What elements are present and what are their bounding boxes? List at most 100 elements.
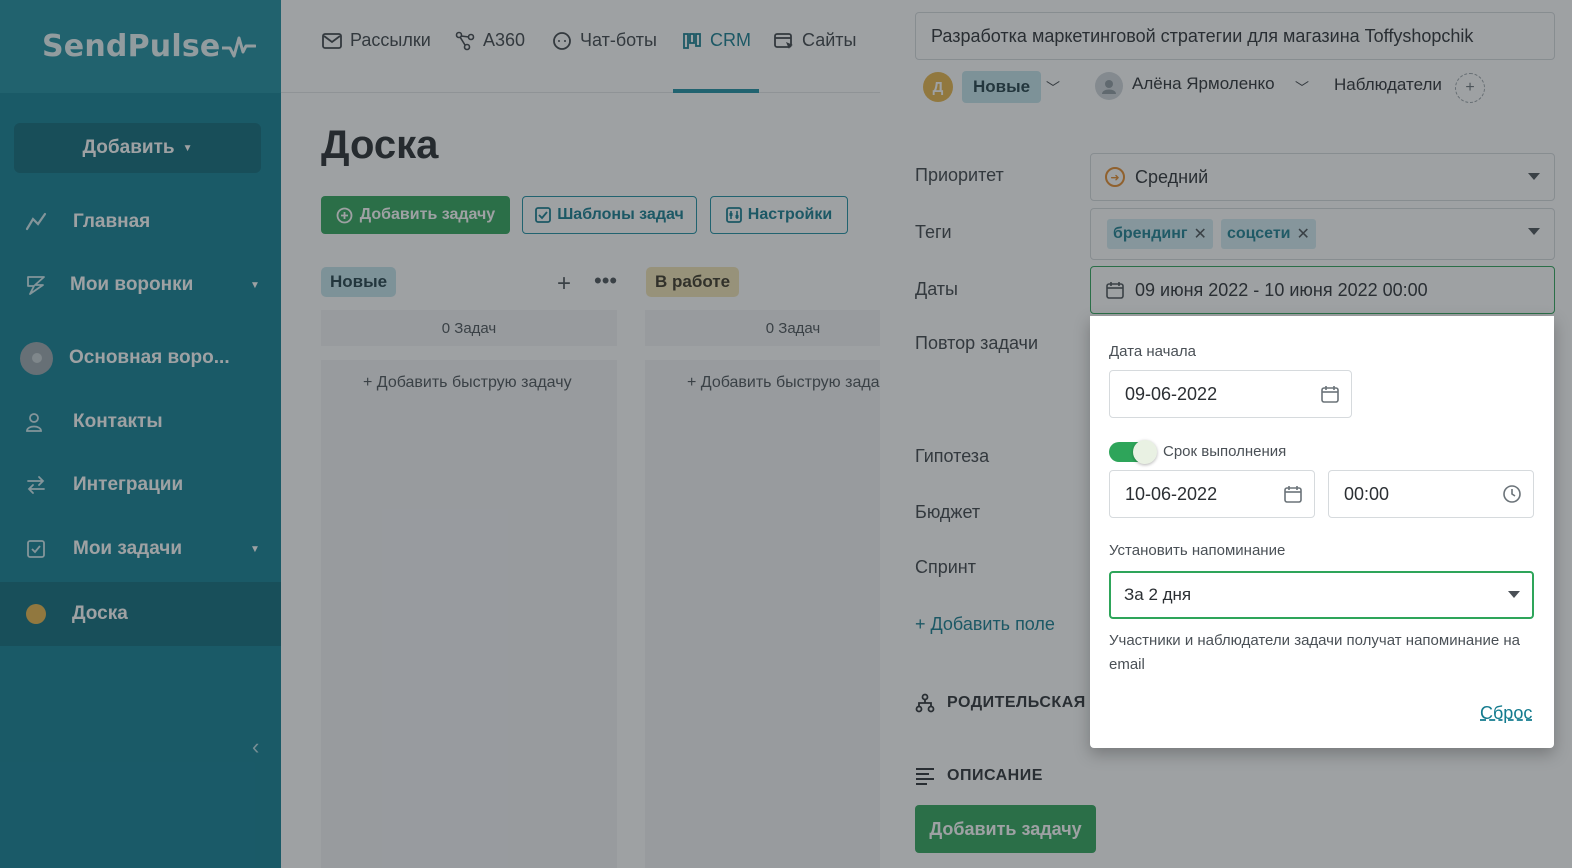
assignee-select[interactable]: Алёна Ярмоленко [1132,74,1275,94]
pulse-icon [222,36,257,57]
column-badge-in-progress: В работе [646,267,740,297]
reset-link[interactable]: Сброс [1480,703,1532,724]
chevron-down-icon[interactable]: ﹀ [1046,78,1060,98]
settings-label: Настройки [747,206,833,223]
kanban-icon [682,31,702,51]
deadline-date-value: 10-06-2022 [1125,483,1218,504]
hypothesis-label: Гипотеза [915,446,990,466]
deadline-date-input[interactable]: 10-06-2022 [1109,470,1315,518]
start-date-value: 09-06-2022 [1125,383,1218,404]
sidebar-item-integrations[interactable]: Интеграции [0,453,281,517]
checkbox-icon [535,207,552,223]
column-badge-new: Новые [321,267,397,297]
page-title: Доска [321,123,439,167]
reminder-select[interactable]: За 2 дня [1109,571,1534,619]
clock-icon [1502,484,1522,504]
topnav-label: Чат-боты [580,30,657,50]
funnel-avatar-icon [20,341,53,375]
hierarchy-icon [915,693,935,713]
browser-icon [774,31,794,51]
sidebar-item-funnels[interactable]: Мои воронки ▼ [0,253,281,317]
logo[interactable]: SendPulse [42,29,257,64]
dates-input[interactable]: 09 июня 2022 - 10 июня 2022 00:00 [1090,266,1555,314]
tag-label: соцсети [1226,225,1291,242]
sidebar-item-label: Доска [72,603,128,624]
add-field-link[interactable]: + Добавить поле [915,614,1055,635]
start-date-input[interactable]: 09-06-2022 [1109,370,1352,418]
task-templates-button[interactable]: Шаблоны задач [522,196,697,234]
plus-circle-icon [336,207,353,224]
quick-add-task-link[interactable]: + Добавить быструю задачу [363,374,572,392]
caret-down-icon: ▼ [182,142,193,154]
task-title-input[interactable]: Разработка маркетинговой стратегии для м… [915,12,1555,60]
task-templates-label: Шаблоны задач [557,206,684,223]
description-label: ОПИСАНИЕ [947,767,1043,784]
logo-text: SendPulse [42,29,221,64]
funnel-icon [24,273,48,297]
sidebar-item-label: Главная [73,211,151,232]
calendar-icon [1283,484,1303,504]
topnav-sites[interactable]: Сайты [774,30,856,51]
settings-button[interactable]: Настройки [710,196,848,234]
quick-add-label: Добавить быструю задачу [376,374,572,391]
status-select[interactable]: Новые [962,71,1042,103]
topnav-emails[interactable]: Рассылки [322,30,431,51]
chat-icon [552,31,572,51]
priority-select[interactable]: ➜ Средний [1090,153,1555,201]
topnav-crm[interactable]: CRM [682,30,751,51]
topnav-label: Сайты [802,30,857,50]
parent-task-section[interactable]: РОДИТЕЛЬСКАЯ З [915,693,1101,713]
deadline-toggle[interactable] [1109,440,1157,464]
topnav-chatbots[interactable]: Чат-боты [552,30,657,51]
description-section[interactable]: ОПИСАНИЕ [915,767,1043,785]
deadline-time-input[interactable]: 00:00 [1328,470,1534,518]
add-task-button[interactable]: Добавить задачу [321,196,510,234]
reminder-value: За 2 дня [1124,585,1192,604]
sidebar-item-label: Контакты [73,411,163,432]
dropdown-arrow-icon [1508,591,1520,598]
sidebar-item-contacts[interactable]: Контакты [0,390,281,454]
more-options-icon[interactable]: ••• [594,268,617,294]
chevron-down-icon[interactable]: ﹀ [1295,78,1309,98]
text-lines-icon [915,767,935,785]
user-avatar-icon [1095,72,1123,100]
main-content: Рассылки A360 Чат-боты CRM Сайты Доска Д… [281,0,941,868]
collapse-sidebar-icon[interactable]: ‹ [252,734,259,760]
sidebar-item-my-tasks[interactable]: Мои задачи ▼ [0,517,281,581]
reminder-label: Установить напоминание [1109,542,1286,559]
sidebar-item-label: Мои воронки [70,274,194,295]
topnav-label: Рассылки [350,30,431,50]
remove-tag-icon[interactable]: ✕ [1194,224,1207,244]
sidebar-add-button[interactable]: Добавить ▼ [14,123,261,173]
sidebar-item-home[interactable]: Главная [0,190,281,254]
remove-tag-icon[interactable]: ✕ [1297,224,1310,244]
topnav-a360[interactable]: A360 [455,30,525,51]
trend-icon [24,210,48,234]
calendar-icon [1320,384,1340,404]
dropdown-arrow-icon [1528,173,1540,180]
start-date-label: Дата начала [1109,343,1196,360]
tags-label: Теги [915,222,952,242]
deadline-time-value: 00:00 [1344,483,1390,504]
chevron-down-icon: ▼ [250,279,260,291]
swap-icon [24,473,48,497]
add-column-task-icon[interactable]: + [557,270,571,298]
settings-sliders-icon [725,207,742,223]
nodes-icon [455,31,475,51]
sidebar-item-main-funnel[interactable]: Основная воро... [0,326,281,390]
submit-task-button[interactable]: Добавить задачу [915,805,1096,853]
budget-label: Бюджет [915,502,981,522]
quick-add-task-link[interactable]: + Добавить быструю задачу [687,374,896,392]
sidebar-item-label: Мои задачи [73,538,183,559]
sidebar-item-board[interactable]: Доска [0,582,281,646]
logo-bar: SendPulse [0,0,281,93]
quick-add-label: Добавить быструю задачу [700,374,896,391]
task-panel-header: Разработка маркетинговой стратегии для м… [880,0,1572,122]
dropdown-arrow-icon [1528,228,1540,235]
deadline-label: Срок выполнения [1163,443,1287,460]
add-watcher-button[interactable]: + [1455,73,1485,103]
topnav-label: A360 [483,30,526,50]
tags-select[interactable]: брендинг ✕ соцсети ✕ [1090,208,1555,260]
chevron-down-icon: ▼ [250,543,260,555]
dates-label: Даты [915,279,958,299]
